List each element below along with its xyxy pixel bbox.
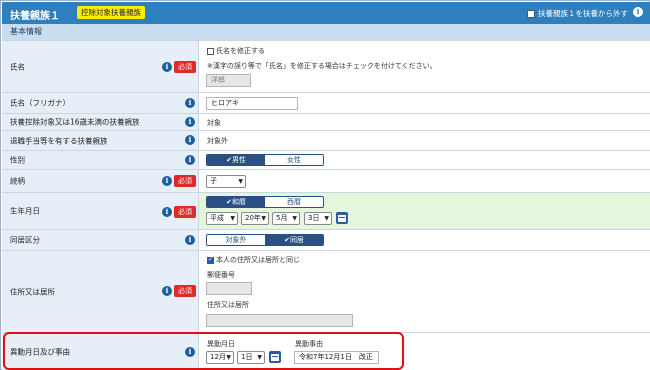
- row-cohabitation: 同居区分 i 対象外 ✔同居: [2, 229, 650, 250]
- birth-era-select[interactable]: 平成 ▼: [206, 212, 238, 225]
- birth-year-select[interactable]: 20年 ▼: [241, 212, 269, 225]
- birth-month-select[interactable]: 5月 ▼: [272, 212, 300, 225]
- row-under16: 扶養控除対象又は16歳未満の扶養親族 i 対象: [2, 113, 650, 130]
- row-kana: 氏名（フリガナ） i ヒロアキ: [2, 92, 650, 113]
- row-label: 続柄: [10, 176, 25, 186]
- info-icon[interactable]: i: [185, 135, 195, 145]
- row-birthdate: 生年月日 i 必須 ✔和暦 西暦 平成 ▼ 20年 ▼ 5月 ▼ 3日 ▼: [2, 192, 650, 229]
- dependent-panel: 扶養親族１ 控除対象扶養親族 扶養親族１を扶養から外す i 基本情報 氏名 i …: [0, 0, 650, 370]
- modify-name-label: 氏名を修正する: [216, 47, 265, 55]
- dependent-type-badge: 控除対象扶養親族: [77, 6, 145, 19]
- required-badge: 必須: [174, 285, 196, 297]
- info-icon[interactable]: i: [185, 235, 195, 245]
- address-label: 住所又は居所: [207, 301, 249, 309]
- kana-field[interactable]: ヒロアキ: [206, 97, 298, 110]
- calendar-icon[interactable]: [336, 212, 348, 224]
- gender-option-male[interactable]: ✔男性: [207, 155, 265, 165]
- calendar-icon[interactable]: [269, 351, 281, 363]
- required-badge: 必須: [174, 61, 196, 73]
- same-address-checkbox[interactable]: 本人の住所又は居所と同じ: [207, 255, 300, 265]
- info-icon[interactable]: i: [162, 176, 172, 186]
- exclude-checkbox[interactable]: [527, 9, 535, 18]
- change-day-select[interactable]: 1日 ▼: [237, 351, 265, 364]
- gender-option-female[interactable]: 女性: [265, 155, 323, 165]
- row-label: 退職手当等を有する扶養親族: [10, 136, 108, 145]
- row-label: 扶養控除対象又は16歳未満の扶養親族: [10, 117, 140, 127]
- row-label: 住所又は居所: [10, 287, 55, 296]
- relation-select[interactable]: 子 ▼: [206, 175, 246, 188]
- same-address-label: 本人の住所又は居所と同じ: [216, 256, 300, 264]
- section-title: 基本情報: [2, 24, 650, 40]
- row-retirement: 退職手当等を有する扶養親族 i 対象外: [2, 130, 650, 150]
- cohabitation-selector: 対象外 ✔同居: [206, 234, 324, 246]
- cohabitation-option-none[interactable]: 対象外: [207, 235, 265, 245]
- row-label: 氏名: [10, 62, 25, 71]
- era-option-wareki[interactable]: ✔和暦: [207, 197, 265, 207]
- row-name: 氏名 i 必須 氏名を修正する ※漢字の誤り等で「氏名」を修正する場合はチェック…: [2, 40, 650, 92]
- name-note: ※漢字の誤り等で「氏名」を修正する場合はチェックを付けてください。: [207, 62, 437, 70]
- info-icon[interactable]: i: [162, 62, 172, 72]
- modify-name-checkbox[interactable]: 氏名を修正する: [207, 46, 265, 56]
- exclude-dependent-toggle[interactable]: 扶養親族１を扶養から外す: [527, 8, 628, 19]
- info-icon[interactable]: i: [162, 207, 172, 217]
- retirement-value: 対象外: [207, 137, 228, 145]
- name-field[interactable]: 洋郎: [206, 74, 251, 87]
- address-field[interactable]: [206, 314, 353, 327]
- row-label: 同居区分: [10, 235, 40, 245]
- panel-title: 扶養親族１: [10, 11, 60, 22]
- row-relation: 続柄 i 必須 子 ▼: [2, 169, 650, 192]
- under16-value: 対象: [207, 119, 221, 127]
- row-change: 異動月日及び事由 i 異動月日 12月 ▼ 1日 ▼ 異動事由 令和7年12月1日 …: [2, 332, 650, 370]
- change-reason-label: 異動事由: [295, 340, 323, 348]
- era-selector: ✔和暦 西暦: [206, 196, 324, 208]
- row-label: 異動月日及び事由: [10, 347, 70, 356]
- birth-day-select[interactable]: 3日 ▼: [304, 212, 332, 225]
- row-address: 住所又は居所 i 必須 本人の住所又は居所と同じ 郵便番号 住所又は居所: [2, 250, 650, 332]
- row-label: 生年月日: [10, 206, 40, 216]
- change-month-select[interactable]: 12月 ▼: [206, 351, 234, 364]
- info-icon[interactable]: i: [185, 117, 195, 127]
- panel-header: 扶養親族１ 控除対象扶養親族 扶養親族１を扶養から外す i: [2, 2, 650, 24]
- exclude-label: 扶養親族１を扶養から外す: [538, 9, 628, 18]
- change-reason-field[interactable]: 令和7年12月1日 改正: [294, 351, 379, 364]
- postal-code-label: 郵便番号: [207, 271, 235, 279]
- postal-code-field[interactable]: [206, 282, 252, 295]
- info-icon[interactable]: i: [185, 347, 195, 357]
- row-label: 氏名（フリガナ）: [10, 98, 70, 108]
- era-option-seireki[interactable]: 西暦: [265, 197, 323, 207]
- row-gender: 性別 i ✔男性 女性: [2, 150, 650, 169]
- required-badge: 必須: [174, 175, 196, 187]
- info-icon[interactable]: i: [633, 7, 643, 17]
- row-label: 性別: [10, 155, 25, 165]
- info-icon[interactable]: i: [185, 98, 195, 108]
- gender-selector: ✔男性 女性: [206, 154, 324, 166]
- cohabitation-option-together[interactable]: ✔同居: [265, 235, 323, 245]
- info-icon[interactable]: i: [185, 155, 195, 165]
- info-icon[interactable]: i: [162, 286, 172, 296]
- required-badge: 必須: [174, 206, 196, 218]
- change-date-label: 異動月日: [207, 340, 235, 348]
